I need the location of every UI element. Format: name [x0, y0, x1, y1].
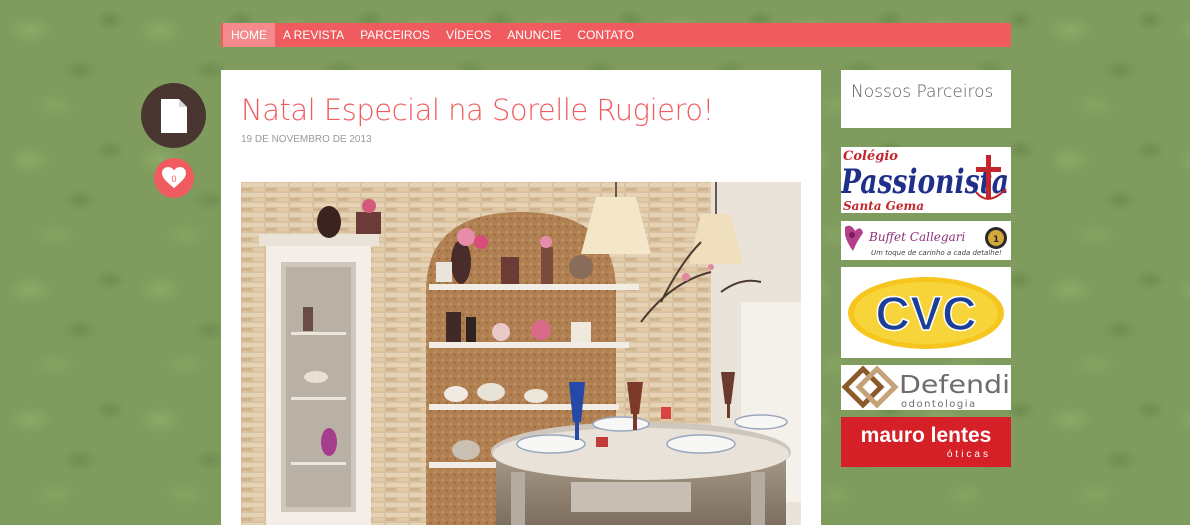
sidebar-title: Nossos Parceiros: [851, 82, 994, 102]
svg-text:Defendi: Defendi: [899, 370, 1010, 399]
svg-text:Buffet Callegari: Buffet Callegari: [868, 230, 965, 244]
colegio-passionista-logo: Colégio Passionista Santa Gema: [841, 149, 1009, 213]
svg-text:mauro lentes: mauro lentes: [861, 424, 992, 447]
ad-defendi[interactable]: Defendi odontologia: [841, 365, 1011, 410]
cvc-logo: CVC: [848, 277, 1004, 349]
ad-colegio-passionista[interactable]: Colégio Passionista Santa Gema: [841, 147, 1011, 213]
nav-parceiros[interactable]: PARCEIROS: [352, 23, 438, 47]
ad-cvc[interactable]: CVC: [841, 267, 1011, 358]
post-type-badge[interactable]: [141, 83, 206, 148]
mauro-lentes-logo: mauro lentes óticas: [861, 424, 992, 460]
nav-contato[interactable]: CONTATO: [569, 23, 642, 47]
svg-text:óticas: óticas: [947, 449, 991, 460]
main-nav: HOME A REVISTA PARCEIROS VÍDEOS ANUNCIE …: [221, 23, 1011, 47]
buffet-callegari-logo: Buffet Callegari Um toque de carinho a c…: [845, 225, 1007, 257]
svg-text:1: 1: [993, 235, 999, 245]
like-button[interactable]: 0: [154, 158, 194, 198]
article: Natal Especial na Sorelle Rugiero! 19 DE…: [221, 70, 821, 525]
nav-home[interactable]: HOME: [223, 23, 275, 47]
nav-videos[interactable]: VÍDEOS: [438, 23, 499, 47]
defendi-logo: Defendi odontologia: [841, 365, 1010, 410]
like-count: 0: [171, 174, 177, 184]
post-image[interactable]: [241, 182, 801, 525]
document-icon: [160, 98, 187, 133]
ad-mauro-lentes[interactable]: mauro lentes óticas: [841, 417, 1011, 467]
nav-anuncie[interactable]: ANUNCIE: [499, 23, 569, 47]
svg-text:Um toque de carinho a cada det: Um toque de carinho a cada detalhe!: [871, 249, 1002, 257]
svg-text:odontologia: odontologia: [901, 399, 977, 410]
post-title[interactable]: Natal Especial na Sorelle Rugiero!: [241, 93, 714, 127]
svg-text:CVC: CVC: [875, 288, 976, 341]
post-date: 19 DE NOVEMBRO DE 2013: [241, 134, 372, 145]
svg-text:Santa Gema: Santa Gema: [843, 199, 924, 213]
sidebar-title-box: Nossos Parceiros: [841, 70, 1011, 128]
dining-room-photo: [241, 182, 801, 525]
ad-buffet-callegari[interactable]: Buffet Callegari Um toque de carinho a c…: [841, 221, 1011, 260]
nav-a-revista[interactable]: A REVISTA: [275, 23, 352, 47]
